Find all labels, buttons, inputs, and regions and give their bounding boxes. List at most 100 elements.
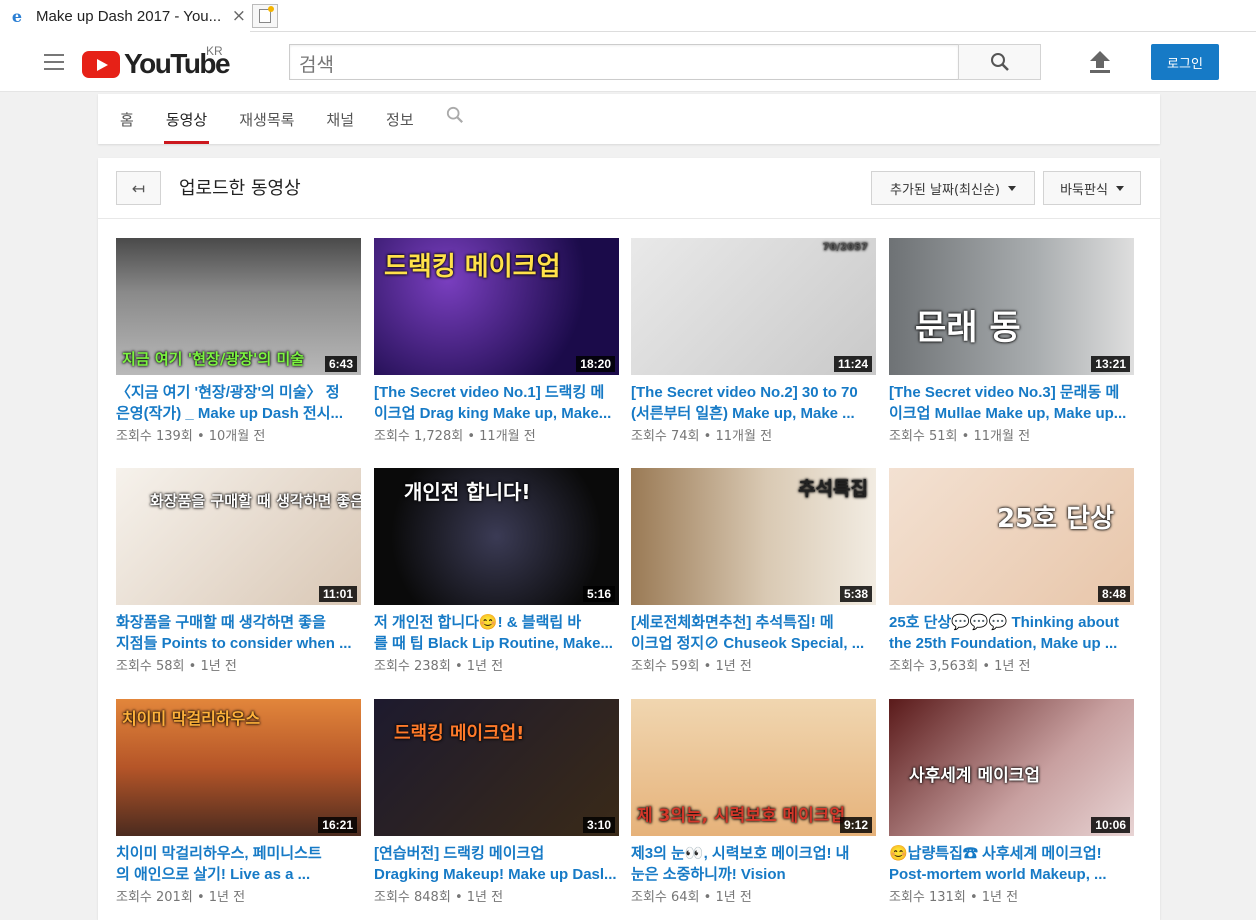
video-title-link[interactable]: 제3의 눈👀, 시력보호 메이크업! 내 눈은 소중하니까! Vision (631, 843, 876, 885)
login-button[interactable]: 로그인 (1151, 44, 1219, 80)
upload-age: 1년 전 (981, 890, 1019, 905)
video-title-link[interactable]: [The Secret video No.1] 드랙킹 메 이크업 Drag ki… (374, 382, 619, 424)
video-meta: 조회수 238회 • 1년 전 (374, 655, 619, 674)
duration-badge: 11:01 (318, 586, 357, 602)
video-thumbnail[interactable]: 제 3의눈, 시력보호 메이크업 9:12 (631, 699, 876, 836)
upload-button[interactable] (1086, 48, 1114, 76)
view-count: 조회수 58회 (116, 659, 185, 674)
thumbnail-caption: 추석특집 (798, 478, 868, 500)
meta-separator: • (982, 659, 991, 674)
video-card[interactable]: 지금 여기 '현장/광장'의 미술 6:43 〈지금 여기 '현장/광장'의 미술〉… (116, 238, 361, 444)
video-title-link[interactable]: 치이미 막걸리하우스, 페미니스트 의 애인으로 살기! Live as a ..… (116, 843, 361, 885)
video-meta: 조회수 201회 • 1년 전 (116, 886, 361, 905)
video-title-link[interactable]: 〈지금 여기 '현장/광장'의 미술〉 정은영(작가) _ Make up Da… (116, 382, 361, 424)
section-title: 업로드한 동영상 (179, 178, 301, 199)
hamburger-menu-icon[interactable] (44, 54, 64, 70)
tab-home[interactable]: 홈 (118, 94, 136, 144)
video-thumbnail[interactable]: 문래 동 13:21 (889, 238, 1134, 375)
video-thumbnail[interactable]: 지금 여기 '현장/광장'의 미술 6:43 (116, 238, 361, 375)
video-meta: 조회수 64회 • 1년 전 (631, 886, 876, 905)
upload-age: 1년 전 (466, 659, 504, 674)
meta-separator: • (467, 429, 476, 444)
video-card[interactable]: 치이미 막걸리하우스 16:21 치이미 막걸리하우스, 페미니스트 의 애인으로 살… (116, 699, 361, 905)
video-thumbnail[interactable]: 25호 단상 8:48 (889, 468, 1134, 605)
sort-dropdown[interactable]: 추가된 날짜(최신순) (871, 171, 1035, 205)
view-count: 조회수 139회 (116, 429, 193, 444)
upload-age: 11개월 전 (479, 429, 536, 444)
video-thumbnail[interactable]: 화장품을 구매할 때 생각하면 좋은 지점들 11:01 (116, 468, 361, 605)
video-title-link[interactable]: 😊납량특집☎ 사후세계 메이크업! Post-mortem world Makeu… (889, 843, 1134, 885)
youtube-logo[interactable]: YouTube KR (82, 44, 231, 80)
video-title-link[interactable]: [연습버전] 드랙킹 메이크업 Dragking Makeup! Make up … (374, 843, 619, 885)
video-thumbnail[interactable]: 70/2057 11:24 (631, 238, 876, 375)
upload-age: 10개월 전 (208, 429, 266, 444)
meta-separator: • (196, 890, 205, 905)
tab-playlists[interactable]: 재생목록 (237, 94, 296, 144)
duration-badge: 3:10 (582, 817, 615, 833)
thumbnail-caption: 25호 단상 (997, 504, 1114, 534)
search-button[interactable] (958, 44, 1041, 80)
video-card[interactable]: 화장품을 구매할 때 생각하면 좋은 지점들11:01화장품을 구매할 때 생각… (116, 468, 361, 674)
view-count: 조회수 848회 (374, 890, 451, 905)
video-title-link[interactable]: [세로전체화면추천] 추석특집! 메 이크업 정지⊘ Chuseok Specia… (631, 612, 876, 654)
video-card[interactable]: 70/2057 11:24 [The Secret video No.2] 30 t… (631, 238, 876, 444)
video-thumbnail[interactable]: 치이미 막걸리하우스 16:21 (116, 699, 361, 836)
video-title-link[interactable]: [The Secret video No.2] 30 to 70 (서른부터 일흔… (631, 382, 876, 424)
video-title-line: 저 개인전 합니다😊! & 블랙립 바 (374, 614, 582, 631)
tab-about[interactable]: 정보 (384, 94, 416, 144)
video-title-line: 〈지금 여기 '현장/광장'의 미술〉 정 (116, 384, 340, 401)
video-thumbnail[interactable]: 사후세계 메이크업 10:06 (889, 699, 1134, 836)
divider (98, 218, 1160, 219)
video-thumbnail[interactable]: 드랙킹 메이크업! 3:10 (374, 699, 619, 836)
video-card[interactable]: 25호 단상 8:48 25호 단상💬💬💬 Thinking about the 25… (889, 468, 1134, 674)
channel-search-button[interactable] (446, 94, 464, 144)
view-mode-dropdown[interactable]: 바둑판식 (1043, 171, 1141, 205)
video-title-link[interactable]: [The Secret video No.3] 문래동 메 이크업 Mullae … (889, 382, 1134, 424)
video-card[interactable]: 사후세계 메이크업 10:06 😊납량특집☎ 사후세계 메이크업! Post-mort… (889, 699, 1134, 905)
tab-videos[interactable]: 동영상 (163, 94, 210, 144)
back-button[interactable]: ↤ (116, 171, 161, 205)
video-title-line: (서른부터 일흔) Make up, Make ... (631, 405, 855, 422)
video-title-link[interactable]: 25호 단상💬💬💬 Thinking about the 25th Foundat… (889, 612, 1134, 654)
meta-separator: • (969, 890, 978, 905)
video-meta: 조회수 51회 • 11개월 전 (889, 425, 1134, 444)
video-thumbnail[interactable]: 드랙킹 메이크업 18:20 (374, 238, 619, 375)
chevron-down-icon (1115, 185, 1124, 191)
video-meta: 조회수 1,728회 • 11개월 전 (374, 425, 619, 444)
uploads-panel: ↤ 업로드한 동영상 추가된 날짜(최신순) 바둑판식 지금 여기 '현장/광장… (98, 158, 1160, 920)
video-title-line: 은영(작가) _ Make up Dash 전시... (116, 405, 343, 422)
video-thumbnail[interactable]: 추석특집 5:38 (631, 468, 876, 605)
close-tab-icon[interactable]: × (232, 6, 246, 26)
upload-age: 1년 전 (200, 659, 237, 674)
video-title-line: 를 때 팁 Black Lip Routine, Make... (374, 635, 613, 652)
search-input[interactable]: 검색 (289, 44, 959, 80)
video-card[interactable]: 제 3의눈, 시력보호 메이크업 9:12 제3의 눈👀, 시력보호 메이크업! 내… (631, 699, 876, 905)
video-title-line: 25호 단상💬💬💬 Thinking about (889, 614, 1119, 631)
search-icon (990, 53, 1009, 71)
new-tab-button[interactable] (252, 4, 278, 28)
video-title-line: [The Secret video No.2] 30 to 70 (631, 384, 858, 401)
thumbnail-caption: 화장품을 구매할 때 생각하면 좋은 지점들 (150, 492, 361, 510)
video-card[interactable]: 드랙킹 메이크업 18:20 [The Secret video No.1] 드랙킹… (374, 238, 619, 444)
video-title-line: [The Secret video No.1] 드랙킹 메 (374, 384, 605, 401)
video-thumbnail[interactable]: 개인전 합니다! 5:16 (374, 468, 619, 605)
video-title-link[interactable]: 저 개인전 합니다😊! & 블랙립 바를 때 팁 Black Lip Routi… (374, 612, 619, 654)
duration-badge: 18:20 (576, 356, 615, 372)
upload-age: 11개월 전 (973, 429, 1031, 444)
video-title-line: 의 애인으로 살기! Live as a ... (116, 866, 311, 883)
video-meta: 조회수 59회 • 1년 전 (631, 655, 876, 674)
meta-separator: • (703, 429, 712, 444)
duration-badge: 6:43 (324, 356, 357, 372)
video-card[interactable]: 개인전 합니다! 5:16 저 개인전 합니다😊! & 블랙립 바를 때 팁 Bla… (374, 468, 619, 674)
video-title-link[interactable]: 화장품을 구매할 때 생각하면 좋을 지점들 Points to consider… (116, 612, 361, 654)
video-card[interactable]: 드랙킹 메이크업! 3:10 [연습버전] 드랙킹 메이크업 Dragking Mak… (374, 699, 619, 905)
video-meta: 조회수 58회 • 1년 전 (116, 655, 361, 674)
view-count: 조회수 1,728회 (374, 429, 464, 444)
tab-channels[interactable]: 채널 (324, 94, 356, 144)
video-card[interactable]: 문래 동 13:21 [The Secret video No.3] 문래동 메 이크… (889, 238, 1134, 444)
video-title-line: 😊납량특집☎ 사후세계 메이크업! (889, 845, 1102, 862)
duration-badge: 10:06 (1091, 817, 1130, 833)
upload-age: 1년 전 (994, 659, 1031, 674)
browser-tab[interactable]: e Make up Dash 2017 - You... × (0, 0, 250, 32)
video-card[interactable]: 추석특집 5:38 [세로전체화면추천] 추석특집! 메 이크업 정지⊘ Chuseo… (631, 468, 876, 674)
